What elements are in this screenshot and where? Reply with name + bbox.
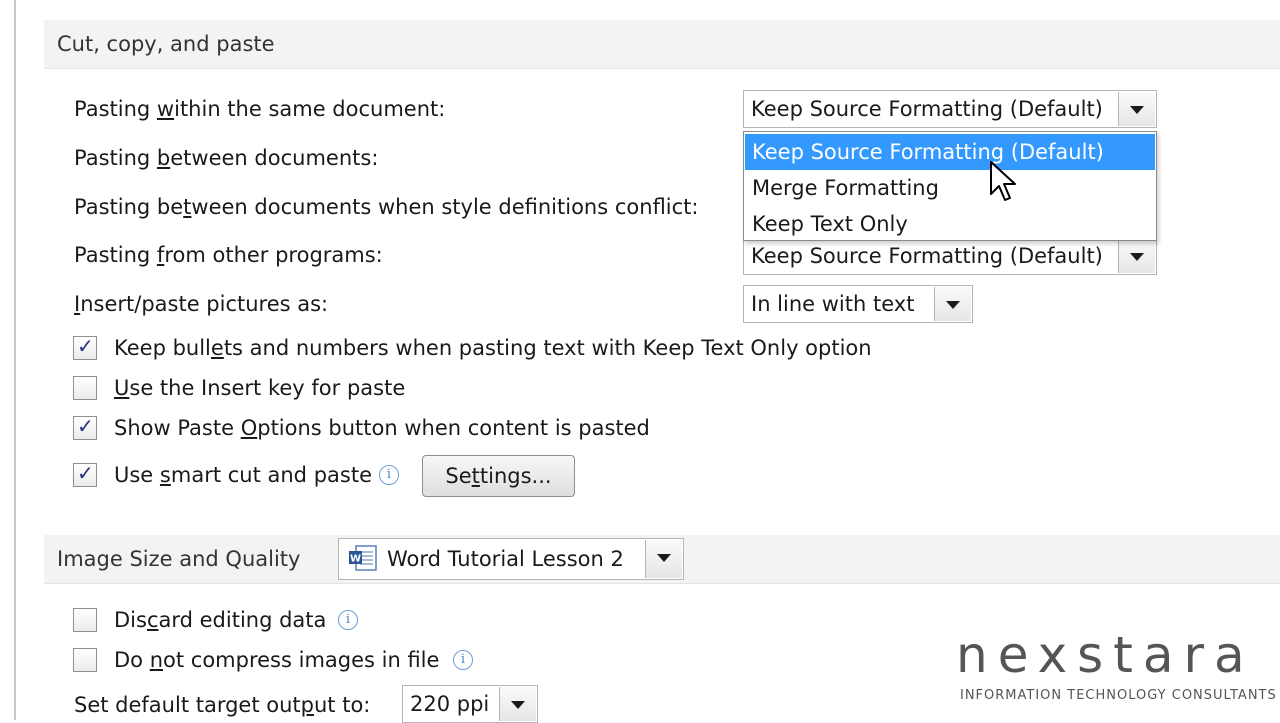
pasting-within-label: Pasting within the same document: bbox=[74, 97, 446, 121]
pasting-other-select[interactable]: Keep Source Formatting (Default) bbox=[743, 237, 1157, 275]
pasting-within-dropdown-list: Keep Source Formatting (Default) Merge F… bbox=[743, 131, 1157, 241]
pasting-conflict-label: Pasting between documents when style def… bbox=[74, 195, 699, 219]
logo-tagline: INFORMATION TECHNOLOGY CONSULTANTS bbox=[960, 688, 1277, 703]
insert-key-checkbox[interactable] bbox=[73, 376, 97, 400]
info-icon[interactable]: i bbox=[379, 465, 399, 485]
svg-text:W: W bbox=[350, 554, 361, 565]
insert-pictures-value: In line with text bbox=[751, 292, 915, 316]
checkmark-icon: ✓ bbox=[77, 461, 94, 485]
checkmark-icon: ✓ bbox=[77, 414, 94, 438]
discard-editing-label: Discard editing data bbox=[114, 608, 327, 632]
section-title: Cut, copy, and paste bbox=[57, 32, 275, 56]
section-header-cut-copy-paste: Cut, copy, and paste bbox=[44, 20, 1280, 69]
discard-editing-checkbox[interactable] bbox=[73, 608, 97, 632]
keep-bullets-label: Keep bullets and numbers when pasting te… bbox=[114, 336, 872, 360]
pasting-other-label: Pasting from other programs: bbox=[74, 243, 383, 267]
dropdown-option-keep-text-only[interactable]: Keep Text Only bbox=[745, 206, 1155, 242]
insert-pictures-label: Insert/paste pictures as: bbox=[74, 292, 329, 316]
target-output-value: 220 ppi bbox=[410, 692, 490, 716]
pasting-between-label: Pasting between documents: bbox=[74, 146, 379, 170]
show-paste-options-checkbox[interactable]: ✓ bbox=[73, 414, 97, 440]
dropdown-option-keep-source[interactable]: Keep Source Formatting (Default) bbox=[745, 134, 1155, 170]
pasting-within-value: Keep Source Formatting (Default) bbox=[751, 97, 1103, 121]
insert-key-label: Use the Insert key for paste bbox=[114, 376, 406, 400]
target-output-select[interactable]: 220 ppi bbox=[402, 685, 538, 723]
settings-button[interactable]: Settings... bbox=[422, 455, 575, 497]
info-icon[interactable]: i bbox=[453, 650, 473, 670]
chevron-down-icon[interactable] bbox=[499, 687, 536, 721]
checkmark-icon: ✓ bbox=[77, 334, 94, 358]
word-document-icon: W bbox=[349, 545, 377, 571]
chevron-down-icon[interactable] bbox=[934, 287, 971, 321]
mouse-cursor-icon bbox=[990, 161, 1016, 201]
document-value: Word Tutorial Lesson 2 bbox=[387, 547, 624, 571]
chevron-down-icon[interactable] bbox=[1118, 239, 1155, 273]
no-compress-label: Do not compress images in file bbox=[114, 648, 440, 672]
smart-cut-label: Use smart cut and paste bbox=[114, 463, 372, 487]
section-title: Image Size and Quality bbox=[57, 547, 301, 571]
chevron-down-icon[interactable] bbox=[1118, 92, 1155, 126]
info-icon[interactable]: i bbox=[338, 610, 358, 630]
no-compress-checkbox[interactable] bbox=[73, 648, 97, 672]
smart-cut-checkbox[interactable]: ✓ bbox=[73, 461, 97, 487]
dropdown-option-merge-formatting[interactable]: Merge Formatting bbox=[745, 170, 1155, 206]
chevron-down-icon[interactable] bbox=[645, 540, 682, 578]
nexstara-logo: nexstara bbox=[956, 626, 1255, 684]
pasting-within-select[interactable]: Keep Source Formatting (Default) bbox=[743, 90, 1157, 128]
document-select[interactable]: W Word Tutorial Lesson 2 bbox=[338, 538, 684, 580]
keep-bullets-checkbox[interactable]: ✓ bbox=[73, 334, 97, 360]
show-paste-options-label: Show Paste Options button when content i… bbox=[114, 416, 650, 440]
target-output-label: Set default target output to: bbox=[74, 693, 371, 717]
window-left-border bbox=[0, 0, 16, 720]
insert-pictures-select[interactable]: In line with text bbox=[743, 285, 973, 323]
pasting-other-value: Keep Source Formatting (Default) bbox=[751, 244, 1103, 268]
